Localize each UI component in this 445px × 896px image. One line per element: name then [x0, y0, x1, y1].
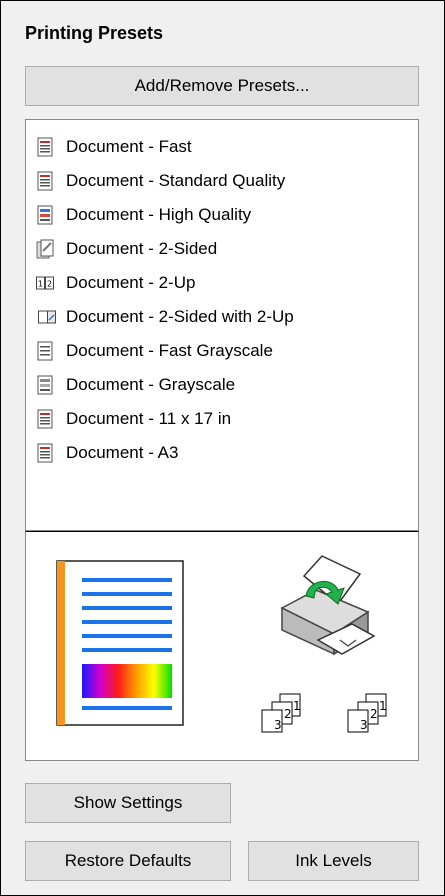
collate-label: 3 — [360, 718, 368, 732]
collate-label: 1 — [293, 699, 301, 713]
document-a3-icon — [37, 443, 53, 463]
collate-icon: 1 2 3 — [347, 693, 387, 733]
svg-text:2: 2 — [47, 280, 52, 289]
show-settings-button[interactable]: Show Settings — [25, 783, 231, 823]
list-item-label: Document - 11 x 17 in — [66, 409, 232, 428]
document-preview-image — [56, 560, 184, 726]
list-item[interactable]: Document - A3 — [36, 440, 178, 466]
collate-label: 2 — [284, 707, 292, 721]
collate-icon: 1 2 3 — [261, 693, 301, 733]
list-item-label: Document - Grayscale — [66, 375, 236, 394]
list-item-label: Document - A3 — [66, 443, 179, 462]
document-high-quality-icon — [37, 205, 53, 225]
ink-levels-button[interactable]: Ink Levels — [248, 841, 419, 881]
list-item-label: Document - 2-Sided with 2-Up — [66, 307, 294, 326]
document-11x17-icon — [37, 409, 53, 429]
list-item[interactable]: Document - Standard Quality — [36, 168, 285, 194]
document-2-sided-2-up-icon — [38, 310, 56, 324]
document-2-up-icon: 1 2 — [36, 276, 54, 290]
list-item[interactable]: Document - Fast Grayscale — [36, 338, 273, 364]
list-item-label: Document - Standard Quality — [66, 171, 286, 190]
printer-icon — [280, 555, 376, 656]
document-fast-grayscale-icon — [37, 341, 53, 361]
collate-label: 2 — [370, 707, 378, 721]
panel-title: Printing Presets — [25, 23, 164, 43]
svg-text:1: 1 — [38, 280, 43, 289]
restore-defaults-button[interactable]: Restore Defaults — [25, 841, 231, 881]
list-item-label: Document - High Quality — [66, 205, 252, 224]
printing-presets-panel: Printing Presets Add/Remove Presets... D… — [0, 0, 445, 896]
list-item[interactable]: Document - High Quality — [36, 202, 251, 228]
print-preview-area: 1 2 3 1 2 3 — [25, 531, 419, 761]
list-item-label: Document - 2-Sided — [66, 239, 218, 258]
presets-list[interactable]: Document - Fast Document - Standard Qual… — [25, 119, 419, 531]
list-item[interactable]: Document - Fast — [36, 134, 192, 160]
list-item[interactable]: Document - 2-Sided — [36, 236, 217, 262]
list-item-label: Document - 2-Up — [66, 273, 196, 292]
list-item[interactable]: Document - 2-Sided with 2-Up — [36, 304, 294, 330]
document-grayscale-icon — [37, 375, 53, 395]
list-item-label: Document - Fast Grayscale — [66, 341, 273, 360]
list-item[interactable]: Document - Grayscale — [36, 372, 235, 398]
list-item-label: Document - Fast — [66, 137, 192, 156]
list-item[interactable]: Document - 11 x 17 in — [36, 406, 231, 432]
document-fast-icon — [37, 137, 53, 157]
list-item[interactable]: 1 2 Document - 2-Up — [36, 270, 195, 296]
collate-label: 3 — [274, 718, 282, 732]
document-2-sided-icon — [36, 239, 54, 259]
add-remove-presets-button[interactable]: Add/Remove Presets... — [25, 66, 419, 106]
document-standard-icon — [37, 171, 53, 191]
collate-label: 1 — [379, 699, 387, 713]
